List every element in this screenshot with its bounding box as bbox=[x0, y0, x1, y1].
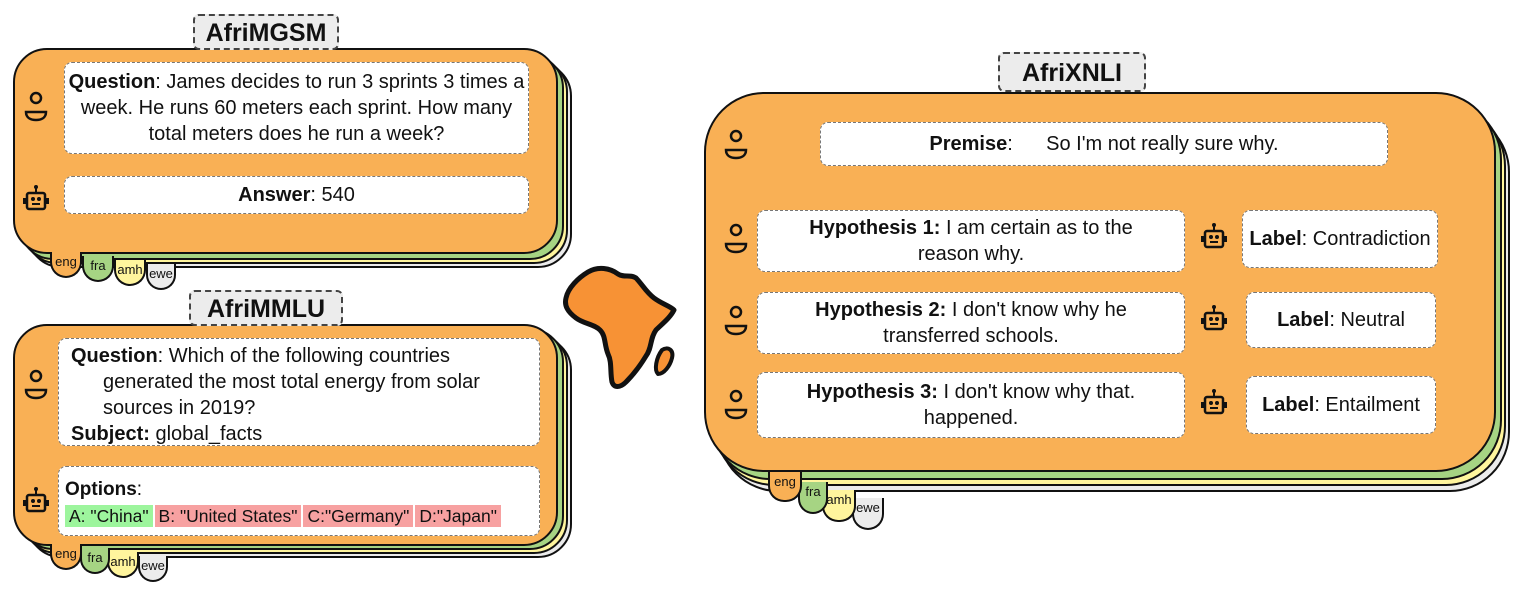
user-icon bbox=[24, 369, 48, 400]
user-icon bbox=[24, 91, 48, 122]
lang-tab-ewe: ewe bbox=[146, 264, 176, 290]
label-key: Label bbox=[1277, 309, 1330, 331]
lang-tab-fra: fra bbox=[80, 548, 110, 574]
panel-title: AfriXNLI bbox=[998, 52, 1146, 92]
options-box: Options: A: "China" B: "United States" C:"… bbox=[58, 466, 540, 536]
hypothesis-box-3: Hypothesis 3: I don't know why that. hap… bbox=[757, 372, 1185, 438]
premise-text: : So I'm not really sure why. bbox=[1007, 133, 1279, 155]
user-icon bbox=[724, 389, 748, 420]
user-icon bbox=[724, 223, 748, 254]
hypothesis-label: Hypothesis 3: bbox=[806, 381, 938, 403]
label-value: : Entailment bbox=[1314, 394, 1420, 416]
option-c: C:"Germany" bbox=[303, 505, 414, 527]
option-b: B: "United States" bbox=[154, 505, 302, 527]
robot-icon bbox=[1201, 305, 1227, 331]
hypothesis-label: Hypothesis 1: bbox=[809, 217, 941, 239]
hypothesis-box-2: Hypothesis 2: I don't know why he transf… bbox=[757, 292, 1185, 354]
lang-tab-amh: amh bbox=[114, 260, 146, 286]
answer-text: : 540 bbox=[310, 184, 355, 206]
hypothesis-box-1: Hypothesis 1: I am certain as to the rea… bbox=[757, 210, 1185, 272]
lang-tab-fra: fra bbox=[798, 482, 828, 514]
africa-map-icon bbox=[563, 265, 677, 389]
question-box: Question: James decides to run 3 sprints… bbox=[64, 62, 529, 154]
label-key: Label bbox=[1262, 394, 1315, 416]
label-value: : Contradiction bbox=[1301, 228, 1431, 250]
lang-tab-ewe: ewe bbox=[138, 556, 168, 582]
lang-tab-fra: fra bbox=[82, 256, 114, 282]
option-d: D:"Japan" bbox=[415, 505, 501, 527]
answer-label: Answer bbox=[238, 184, 311, 206]
lang-tab-ewe: ewe bbox=[852, 498, 884, 530]
label-value: : Neutral bbox=[1329, 309, 1405, 331]
subject-text: global_facts bbox=[149, 423, 263, 445]
robot-icon bbox=[23, 487, 49, 513]
options-label: Options bbox=[65, 479, 137, 500]
label-box-1: Label: Contradiction bbox=[1242, 210, 1438, 268]
hypothesis-label: Hypothesis 2: bbox=[815, 299, 947, 321]
subject-label: Subject: bbox=[71, 423, 150, 445]
lang-tab-eng: eng bbox=[50, 544, 82, 570]
question-box: Question: Which of the following countri… bbox=[58, 338, 540, 446]
options-colon: : bbox=[136, 479, 143, 500]
lang-tab-amh: amh bbox=[107, 552, 139, 578]
label-box-3: Label: Entailment bbox=[1246, 376, 1436, 434]
user-icon bbox=[724, 129, 748, 160]
robot-icon bbox=[23, 185, 49, 211]
premise-box: Premise: So I'm not really sure why. bbox=[820, 122, 1388, 166]
robot-icon bbox=[1201, 223, 1227, 249]
user-icon bbox=[724, 305, 748, 336]
label-key: Label bbox=[1249, 228, 1302, 250]
panel-title: AfriMMLU bbox=[189, 290, 343, 326]
answer-box: Answer: 540 bbox=[64, 176, 529, 214]
hypothesis-text: I don't know why that. happened. bbox=[923, 381, 1136, 429]
robot-icon bbox=[1201, 389, 1227, 415]
question-label: Question bbox=[68, 71, 156, 93]
question-label: Question bbox=[71, 345, 158, 367]
option-a: A: "China" bbox=[65, 505, 153, 527]
label-box-2: Label: Neutral bbox=[1246, 292, 1436, 348]
hypothesis-text: I am certain as to the reason why. bbox=[917, 217, 1133, 265]
question-text: : Which of the following countries gener… bbox=[103, 345, 480, 419]
panel-title: AfriMGSM bbox=[193, 14, 339, 50]
premise-label: Premise bbox=[929, 133, 1008, 155]
lang-tab-eng: eng bbox=[50, 252, 82, 278]
lang-tab-eng: eng bbox=[768, 472, 802, 502]
